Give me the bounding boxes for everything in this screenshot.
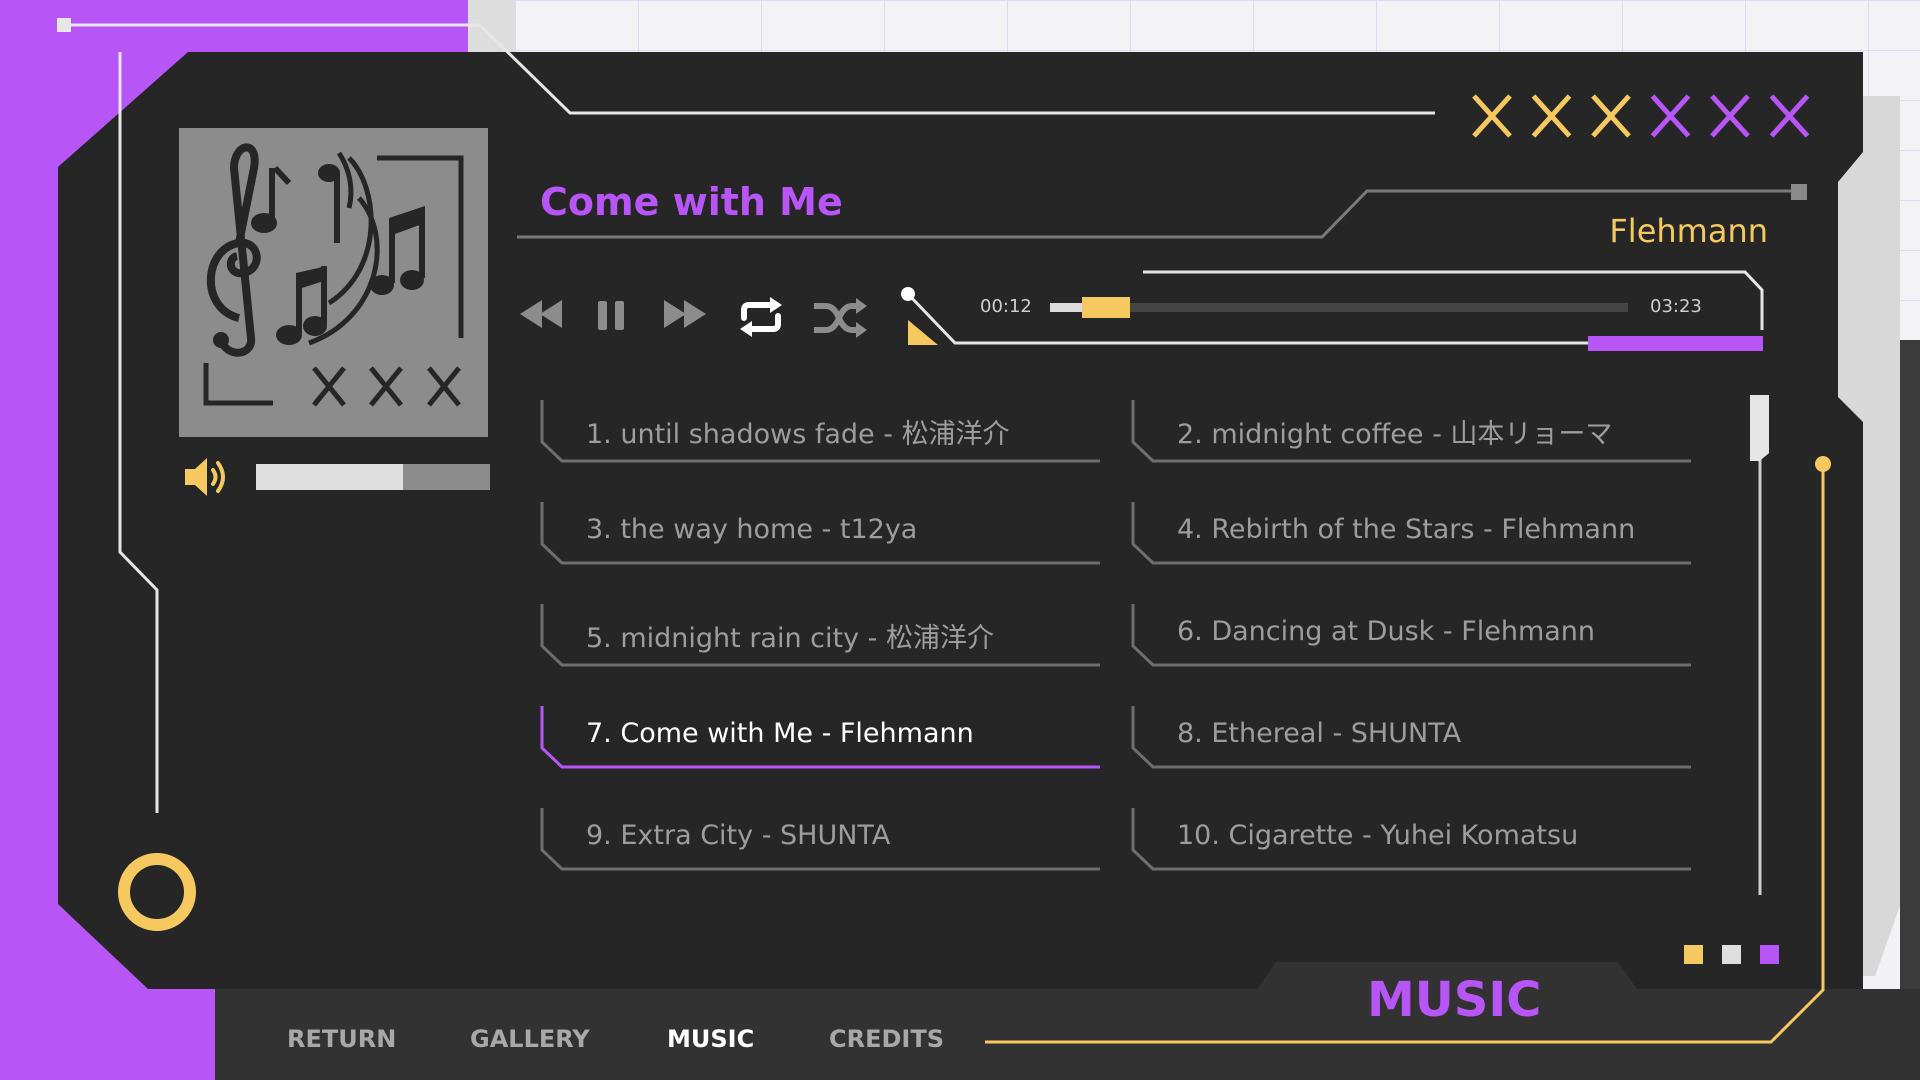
yellow-x-icon xyxy=(1591,94,1631,138)
gray-square-icon xyxy=(1722,945,1741,964)
track-item[interactable]: 2. midnight coffee - 山本リョーマ xyxy=(1131,400,1691,464)
track-item[interactable]: 8. Ethereal - SHUNTA xyxy=(1131,706,1691,770)
pause-icon[interactable] xyxy=(596,299,628,333)
section-heading: MUSIC xyxy=(1367,972,1542,1028)
track-label: 2. midnight coffee - 山本リョーマ xyxy=(1177,419,1613,450)
album-art xyxy=(179,128,488,437)
track-item[interactable]: 4. Rebirth of the Stars - Flehmann xyxy=(1131,502,1691,566)
purple-accent-strip xyxy=(1588,336,1763,351)
title-line-end-square xyxy=(1791,184,1807,200)
ring-icon xyxy=(118,853,196,931)
music-notes-icon xyxy=(203,143,464,407)
track-item[interactable]: 10. Cigarette - Yuhei Komatsu xyxy=(1131,808,1691,872)
track-label: 9. Extra City - SHUNTA xyxy=(586,820,891,851)
track-item[interactable]: 6. Dancing at Dusk - Flehmann xyxy=(1131,604,1691,668)
track-item[interactable]: 7. Come with Me - Flehmann xyxy=(540,706,1100,770)
yellow-triangle xyxy=(908,320,938,345)
corner-square xyxy=(57,18,71,32)
now-playing-artist: Flehmann xyxy=(1609,212,1768,250)
fast-forward-icon[interactable] xyxy=(660,296,708,332)
track-item[interactable]: 5. midnight rain city - 松浦洋介 xyxy=(540,604,1100,668)
nav-gallery[interactable]: GALLERY xyxy=(470,1025,590,1053)
scrollbar-thumb[interactable] xyxy=(1750,395,1769,461)
rewind-icon[interactable] xyxy=(518,296,566,332)
progress-frame-node xyxy=(901,287,915,301)
yellow-x-icon xyxy=(1531,94,1572,138)
track-item[interactable]: 9. Extra City - SHUNTA xyxy=(540,808,1100,872)
track-label: 3. the way home - t12ya xyxy=(586,514,918,545)
track-label: 6. Dancing at Dusk - Flehmann xyxy=(1177,616,1596,647)
track-label: 8. Ethereal - SHUNTA xyxy=(1177,718,1462,749)
track-item[interactable]: 1. until shadows fade - 松浦洋介 xyxy=(540,400,1100,464)
volume-icon[interactable] xyxy=(183,455,237,499)
time-elapsed: 00:12 xyxy=(980,296,1032,317)
progress-bar-fill xyxy=(1050,303,1085,312)
progress-bar-track[interactable] xyxy=(1050,303,1628,312)
now-playing-title: Come with Me xyxy=(540,180,843,224)
track-label: 4. Rebirth of the Stars - Flehmann xyxy=(1177,514,1636,545)
yellow-square-icon xyxy=(1684,945,1703,964)
nav-credits[interactable]: CREDITS xyxy=(829,1025,944,1053)
progress-bar-handle[interactable] xyxy=(1082,297,1130,318)
shuffle-icon[interactable] xyxy=(812,298,868,338)
nav-music[interactable]: MUSIC xyxy=(667,1025,754,1053)
track-item[interactable]: 3. the way home - t12ya xyxy=(540,502,1100,566)
purple-x-icon xyxy=(1650,94,1691,138)
purple-square-icon xyxy=(1760,945,1779,964)
top-line xyxy=(71,23,1435,115)
track-label: 5. midnight rain city - 松浦洋介 xyxy=(586,623,994,654)
track-label: 7. Come with Me - Flehmann xyxy=(586,718,974,749)
repeat-icon[interactable] xyxy=(738,296,784,338)
yellow-x-icon xyxy=(1472,94,1512,138)
purple-x-icon xyxy=(1710,94,1750,138)
left-line xyxy=(118,52,159,813)
purple-x-icon xyxy=(1769,94,1810,138)
track-label: 1. until shadows fade - 松浦洋介 xyxy=(586,419,1010,450)
header-x-marks xyxy=(1472,94,1810,138)
volume-slider-fill xyxy=(256,464,404,490)
time-total: 03:23 xyxy=(1650,296,1702,317)
nav-return[interactable]: RETURN xyxy=(287,1025,396,1053)
track-label: 10. Cigarette - Yuhei Komatsu xyxy=(1177,820,1579,851)
